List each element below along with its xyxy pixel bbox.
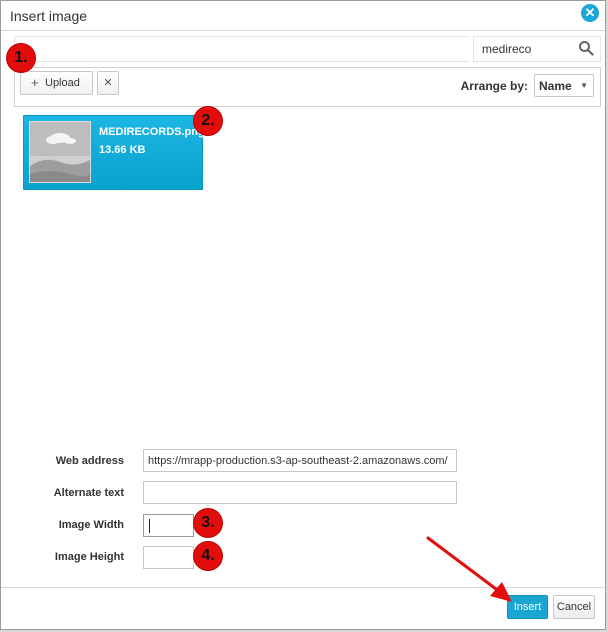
dialog-titlebar: Insert image ✕ xyxy=(1,1,605,31)
search-bar xyxy=(14,36,601,63)
plus-icon: + xyxy=(31,75,39,90)
landscape-icon xyxy=(30,122,90,182)
web-address-label: Web address xyxy=(55,455,124,467)
close-icon[interactable]: ✕ xyxy=(581,4,599,22)
arrange-by-label: Arrange by: xyxy=(460,79,528,93)
cancel-button[interactable]: Cancel xyxy=(553,595,595,619)
step-marker-1: 1. xyxy=(7,44,35,72)
clear-button[interactable]: ✕ xyxy=(97,71,119,95)
image-height-label: Image Height xyxy=(54,551,124,563)
chevron-down-icon: ▼ xyxy=(580,81,588,90)
step-marker-4: 4. xyxy=(194,542,222,570)
search-spacer xyxy=(14,36,469,62)
step-marker-3: 3. xyxy=(194,509,222,537)
web-address-field[interactable] xyxy=(143,449,457,472)
arrange-by-select[interactable]: Name ▼ xyxy=(534,74,594,97)
image-width-label: Image Width xyxy=(58,519,124,531)
file-size: 13.66 KB xyxy=(99,144,146,156)
image-thumbnail xyxy=(29,121,91,183)
arrange-by-value: Name xyxy=(539,79,572,93)
file-toolbar: + Upload ✕ Arrange by: Name ▼ xyxy=(14,67,601,107)
alt-text-label: Alternate text xyxy=(53,487,124,499)
upload-button[interactable]: + Upload xyxy=(20,71,93,95)
image-height-field[interactable] xyxy=(143,546,194,569)
image-width-field[interactable] xyxy=(143,514,194,537)
arrow-icon xyxy=(426,536,512,602)
upload-label: Upload xyxy=(45,77,80,89)
alt-text-field[interactable] xyxy=(143,481,457,504)
dialog-title: Insert image xyxy=(10,8,88,24)
file-item[interactable]: MEDIRECORDS.png 13.66 KB xyxy=(23,115,205,190)
text-cursor xyxy=(149,519,150,533)
search-icon[interactable] xyxy=(578,40,594,56)
step-marker-2: 2. xyxy=(194,107,222,135)
file-name: MEDIRECORDS.png xyxy=(99,126,205,138)
